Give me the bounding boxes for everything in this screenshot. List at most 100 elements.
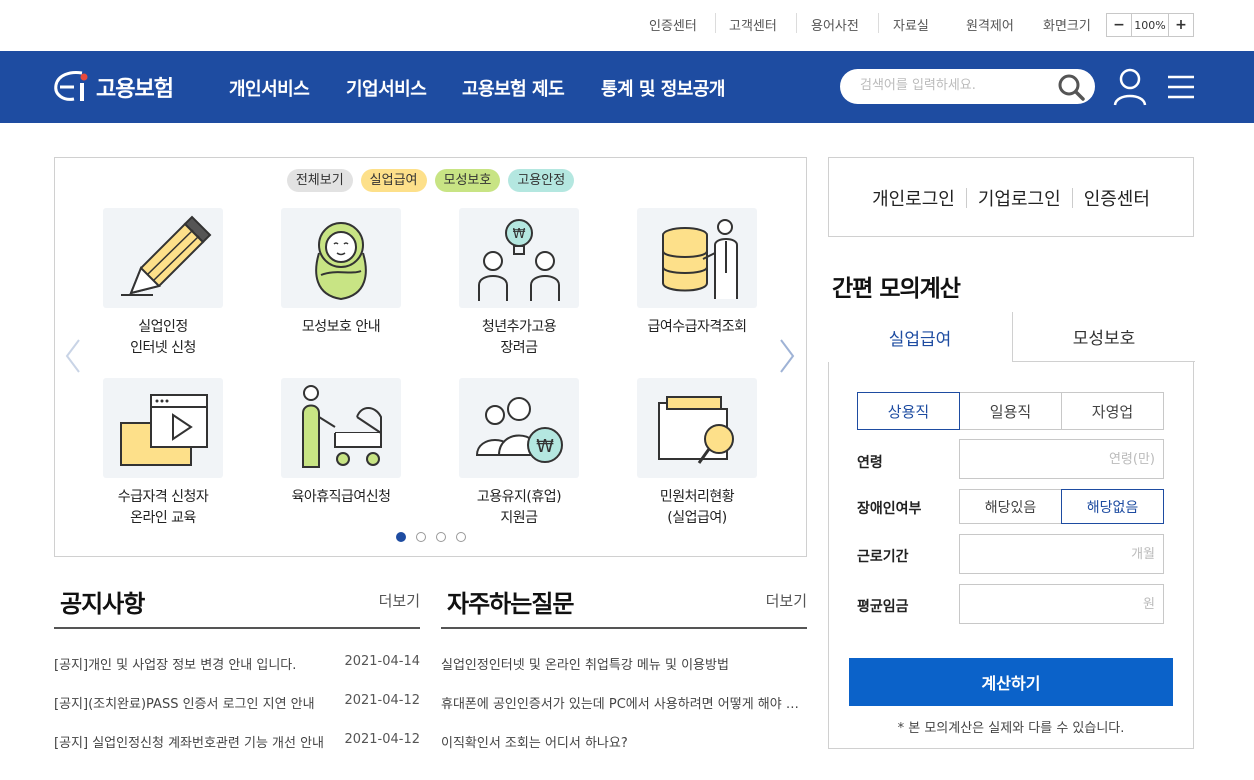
tile-label-line1: 육아휴직급여신청 — [291, 489, 391, 505]
tile-label-line2: 장려금 — [500, 340, 538, 356]
site-logo[interactable]: 고용보험 — [52, 69, 174, 105]
carousel-dot[interactable] — [415, 532, 426, 542]
notice-item-title: [공지](조치완료)PASS 인증서 로그인 지연 안내 — [54, 697, 315, 712]
calc-disclaimer: * 본 모의계산은 실제와 다를 수 있습니다. — [897, 721, 1125, 736]
zoom-control: − 100% + — [1106, 13, 1194, 37]
divider — [441, 627, 807, 629]
tile-unemployment-recognition[interactable]: 실업인정 인터넷 신청 — [74, 208, 252, 359]
tile-label-line1: 고용유지(휴업) — [476, 489, 562, 505]
disability-no[interactable]: 해당없음 — [1061, 489, 1164, 524]
menu-personal-service[interactable]: 개인서비스 — [229, 75, 310, 101]
carousel-dot[interactable] — [455, 532, 466, 542]
faq-item-title: 휴대폰에 공인인증서가 있는데 PC에서 사용하려면 어떻게 해야 하나요? — [441, 697, 801, 712]
employment-support-icon: ₩ — [475, 397, 563, 463]
next-arrow-icon[interactable] — [777, 338, 797, 374]
notice-more-link[interactable]: 더보기 — [379, 590, 420, 611]
period-input[interactable] — [959, 534, 1164, 574]
util-link-certificate[interactable]: 인증센터 — [649, 15, 697, 34]
tab-unemployment-benefit[interactable]: 실업급여 — [828, 312, 1012, 362]
wage-input[interactable] — [959, 584, 1164, 624]
notice-item-date: 2021-04-12 — [344, 693, 420, 708]
menu-statistics[interactable]: 통계 및 정보공개 — [601, 75, 725, 101]
zoom-label: 화면크기 — [1043, 19, 1091, 34]
tile-label-line1: 수급자격 신청자 — [117, 489, 209, 505]
utility-bar: 인증센터 고객센터 용어사전 자료실 원격제어 화면크기 − 100% + — [0, 0, 1254, 51]
tile-benefit-eligibility[interactable]: 급여수급자격조회 — [608, 208, 786, 338]
logo-text: 고용보험 — [96, 77, 174, 102]
tile-complaint-status[interactable]: 민원처리현황 (실업급여) — [608, 378, 786, 529]
filter-unemployment[interactable]: 실업급여 — [360, 169, 427, 192]
personal-login-link[interactable]: 개인로그인 — [872, 185, 955, 211]
age-label: 연령 — [857, 455, 883, 471]
svg-text:₩: ₩ — [536, 436, 554, 457]
job-type-daily[interactable]: 일용직 — [959, 392, 1062, 430]
search-icon[interactable] — [1056, 73, 1086, 101]
tile-label-line2: 인터넷 신청 — [130, 340, 196, 356]
notice-item-date: 2021-04-12 — [344, 732, 420, 747]
ei-logo-icon — [54, 71, 88, 101]
notice-title: 공지사항 — [60, 590, 145, 618]
tab-maternity-protection[interactable]: 모성보호 — [1012, 312, 1195, 362]
tile-label-line2: 지원금 — [500, 510, 538, 526]
prev-arrow-icon[interactable] — [63, 338, 83, 374]
search-input[interactable] — [860, 78, 1050, 93]
carousel-dot[interactable] — [395, 532, 406, 542]
notice-item-date: 2021-04-14 — [344, 654, 420, 669]
carousel-pagination — [55, 532, 806, 542]
carousel-dot[interactable] — [435, 532, 446, 542]
tile-label-line1: 급여수급자격조회 — [647, 319, 747, 335]
tile-employment-retention[interactable]: ₩ 고용유지(휴업) 지원금 — [430, 378, 608, 529]
menu-business-service[interactable]: 기업서비스 — [346, 75, 427, 101]
age-input[interactable] — [959, 439, 1164, 479]
tile-youth-employment[interactable]: ₩ 청년추가고용 장려금 — [430, 208, 608, 359]
divider — [878, 13, 879, 33]
disability-yes[interactable]: 해당있음 — [959, 489, 1062, 524]
svg-text:₩: ₩ — [513, 227, 526, 242]
mock-calculator: 실업급여 모성보호 상용직 일용직 자영업 연령 장애인여부 해당있음 해당없음… — [828, 312, 1195, 749]
util-link-glossary[interactable]: 용어사전 — [811, 15, 859, 34]
divider — [715, 13, 716, 33]
pencil-icon — [121, 215, 212, 296]
zoom-out-button[interactable]: − — [1107, 14, 1131, 36]
filter-all[interactable]: 전체보기 — [286, 169, 353, 192]
zoom-value: 100% — [1131, 14, 1169, 36]
job-type-selector: 상용직 일용직 자영업 — [857, 392, 1164, 430]
tile-label-line2: 온라인 교육 — [130, 510, 196, 526]
login-box: 개인로그인 기업로그인 인증센터 — [828, 157, 1194, 237]
menu-insurance-system[interactable]: 고용보험 제도 — [462, 75, 565, 101]
zoom-in-button[interactable]: + — [1169, 14, 1193, 36]
util-link-library[interactable]: 자료실 — [893, 15, 929, 34]
job-type-self-employed[interactable]: 자영업 — [1061, 392, 1164, 430]
stroller-icon — [302, 385, 382, 468]
tile-parental-leave[interactable]: 육아휴직급여신청 — [252, 378, 430, 508]
disability-label: 장애인여부 — [857, 501, 922, 517]
youth-employment-icon: ₩ — [478, 219, 560, 301]
certificate-center-link[interactable]: 인증센터 — [1084, 185, 1150, 211]
calculate-button[interactable]: 계산하기 — [849, 658, 1173, 706]
divider — [54, 627, 420, 629]
folder-search-icon — [658, 396, 734, 464]
util-link-customer-center[interactable]: 고객센터 — [729, 15, 777, 34]
business-login-link[interactable]: 기업로그인 — [978, 185, 1061, 211]
video-folder-icon — [120, 394, 208, 466]
tile-label-line1: 청년추가고용 — [481, 319, 557, 335]
notice-item-title: [공지]개인 및 사업장 정보 변경 안내 입니다. — [54, 658, 297, 673]
tile-online-education[interactable]: 수급자격 신청자 온라인 교육 — [74, 378, 252, 529]
wage-label: 평균임금 — [857, 599, 909, 615]
divider — [796, 13, 797, 33]
main-navigation: 고용보험 개인서비스 기업서비스 고용보험 제도 통계 및 정보공개 — [0, 51, 1254, 123]
divider — [1071, 188, 1073, 208]
tile-maternity-guide[interactable]: 모성보호 안내 — [252, 208, 430, 338]
util-link-remote-control[interactable]: 원격제어 — [966, 15, 1014, 34]
faq-more-link[interactable]: 더보기 — [766, 590, 807, 611]
notice-item-title: [공지] 실업인정신청 계좌번호관련 기능 개선 안내 — [54, 736, 325, 751]
search-box — [840, 69, 1095, 104]
disability-selector: 해당있음 해당없음 — [959, 489, 1164, 524]
service-filter-tags: 전체보기 실업급여 모성보호 고용안정 — [55, 169, 806, 192]
job-type-regular[interactable]: 상용직 — [857, 392, 960, 430]
tile-label-line1: 모성보호 안내 — [301, 319, 381, 335]
user-icon[interactable] — [1112, 67, 1148, 107]
filter-employment-stability[interactable]: 고용안정 — [508, 169, 575, 192]
filter-maternity[interactable]: 모성보호 — [434, 169, 501, 192]
hamburger-menu-icon[interactable] — [1166, 74, 1196, 100]
